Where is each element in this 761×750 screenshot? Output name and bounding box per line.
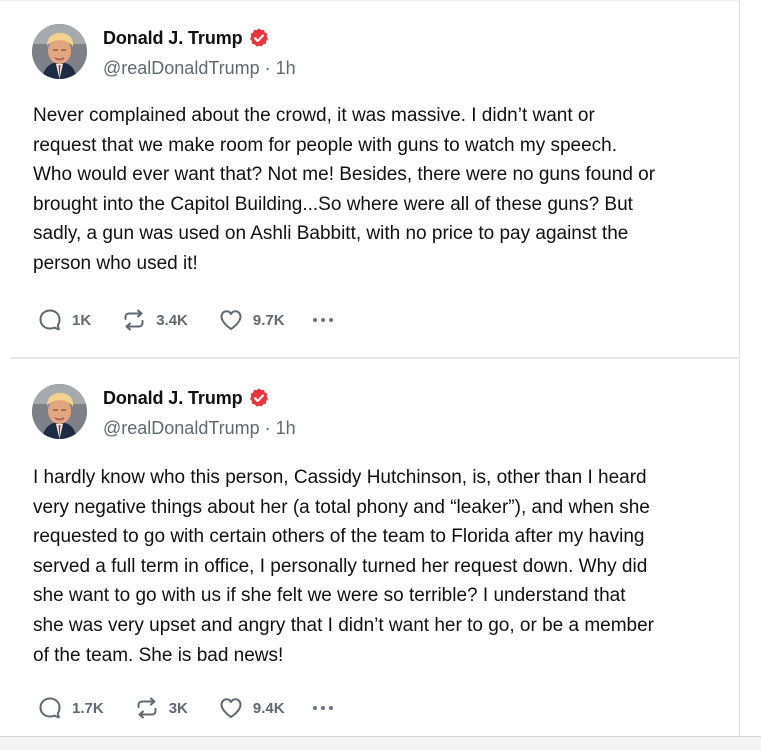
reply-icon [39,309,61,331]
more-dot [328,318,333,322]
meta-separator: · [264,417,271,438]
repost-count: 3.4K [156,311,188,329]
author-handle[interactable]: @realDonaldTrump [103,58,260,79]
post-card[interactable]: Donald J. Trump @realDonaldTrump · 1h Ne… [0,0,740,358]
reply-count: 1K [72,311,92,329]
avatar[interactable] [32,384,87,439]
reply-button[interactable]: 1.7K [37,695,104,721]
post-meta: @realDonaldTrump · 1h [103,417,296,439]
like-count: 9.4K [252,699,285,717]
reply-count: 1.7K [72,699,104,717]
meta-separator: · [264,57,271,78]
bottom-edge [0,736,761,750]
post-feed: Donald J. Trump @realDonaldTrump · 1h Ne… [0,0,761,750]
author-handle[interactable]: @realDonaldTrump [103,418,260,439]
post-divider [10,357,740,359]
like-count: 9.7K [252,311,285,329]
post-text: I hardly know who this person, Cassidy H… [33,467,655,666]
author-name-row: Donald J. Trump [103,386,270,410]
verified-badge-icon [249,388,268,407]
post-actions: 1K 3.4K 9.7K [37,307,333,333]
author-name[interactable]: Donald J. Trump [103,388,243,409]
heart-icon [220,698,242,718]
post-timestamp[interactable]: 1h [276,58,296,79]
author-name-row: Donald J. Trump [103,26,270,50]
reply-button[interactable]: 1K [37,307,91,333]
more-dot [328,706,333,710]
reply-icon [39,697,61,719]
avatar-photo [32,384,87,439]
post-card[interactable]: Donald J. Trump @realDonaldTrump · 1h I … [0,360,740,736]
repost-icon [124,309,144,331]
avatar[interactable] [32,24,87,79]
more-options-icon[interactable] [312,695,333,721]
more-dot [320,706,325,710]
post-meta: @realDonaldTrump · 1h [103,57,296,79]
verified-badge-icon [249,28,268,47]
avatar-photo [32,24,87,79]
repost-count: 3K [168,699,188,717]
more-dot [312,706,317,710]
author-name[interactable]: Donald J. Trump [103,28,243,49]
repost-button[interactable]: 3.4K [121,307,188,333]
more-dot [312,318,317,322]
post-timestamp[interactable]: 1h [276,418,296,439]
like-button[interactable]: 9.7K [218,307,285,333]
more-options-icon[interactable] [312,307,333,333]
repost-button[interactable]: 3K [134,695,188,721]
heart-icon [220,310,242,330]
post-text: Never complained about the crowd, it was… [33,105,656,274]
more-dot [320,318,325,322]
like-button[interactable]: 9.4K [218,695,285,721]
post-actions: 1.7K 3K 9.4K [37,695,333,721]
repost-icon [137,697,157,719]
